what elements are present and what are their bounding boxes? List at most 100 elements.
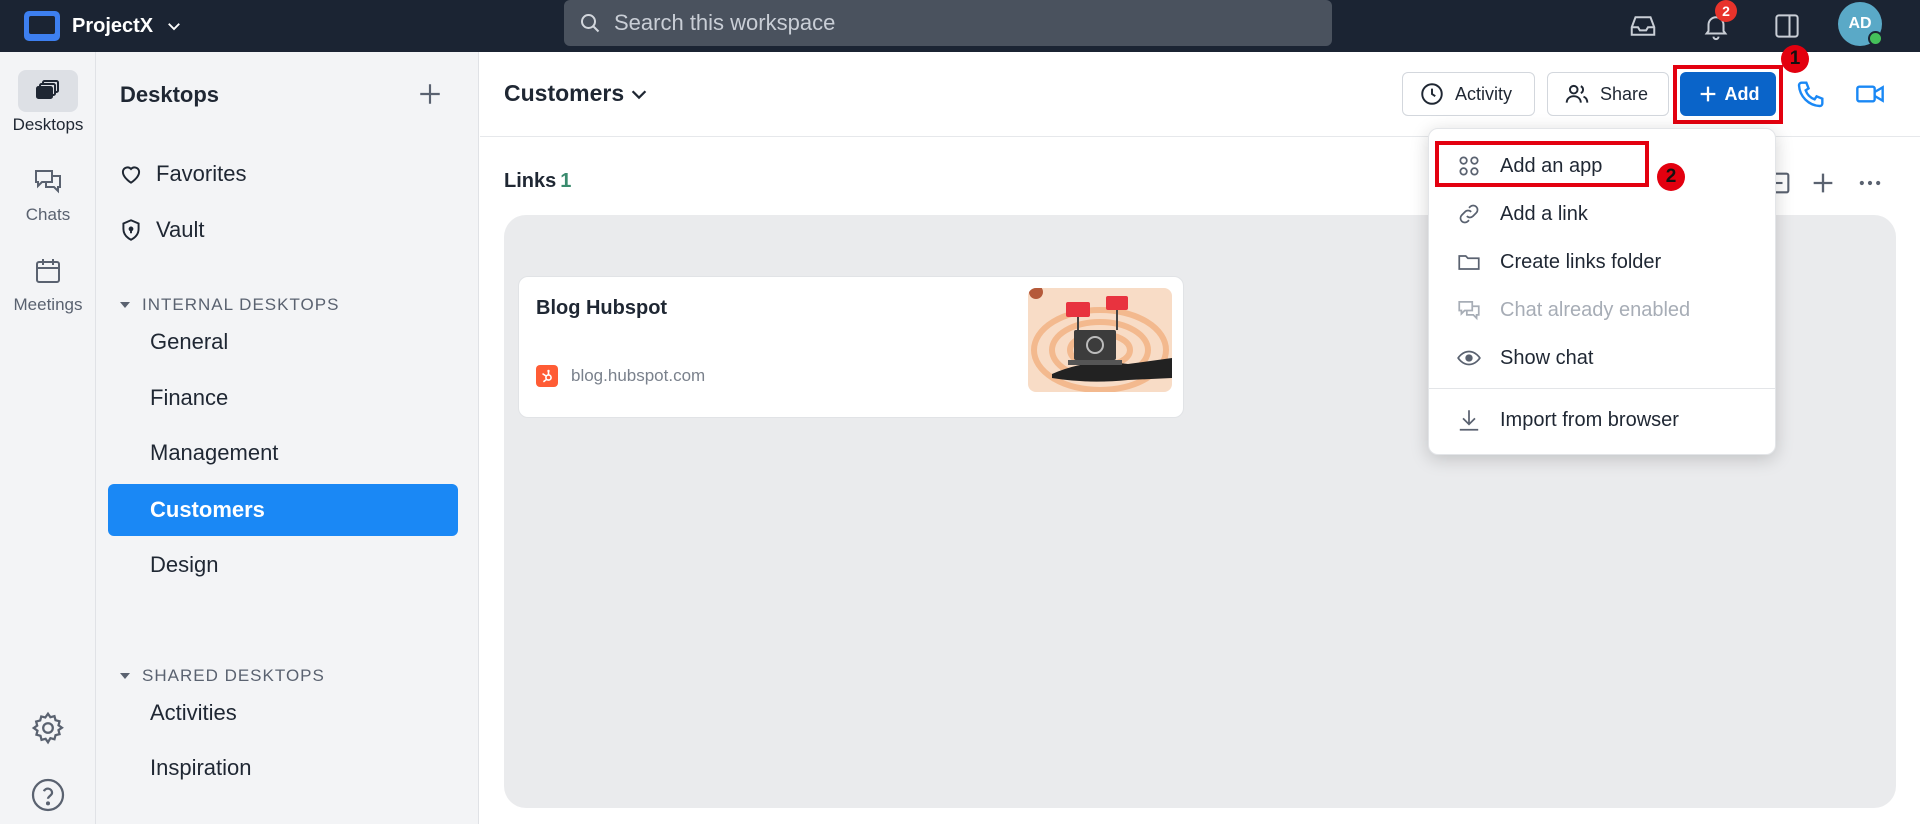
sidebar-item-activities[interactable]: Activities [108,687,458,739]
rail-icon-meetings [18,250,78,292]
settings-button[interactable] [26,706,70,750]
sidebar-item-label: Favorites [156,161,247,186]
plus-icon [420,84,440,104]
help-button[interactable] [26,773,70,817]
call-button[interactable] [1791,74,1831,114]
rail-item-meetings[interactable]: Meetings [0,250,96,315]
links-count: 1 [560,170,572,192]
menu-item-label: Add a link [1500,202,1588,225]
inbox-icon [1630,16,1656,36]
users-icon [1565,84,1589,103]
search-input[interactable] [614,10,1294,36]
rail-label-desktops: Desktops [12,115,84,134]
annotation-box-add [1673,65,1783,124]
menu-item-create-folder[interactable]: Create links folder [1429,241,1777,283]
thumbnail-illustration [1028,288,1172,392]
sidebar-item-customers[interactable]: Customers [108,484,458,536]
menu-item-show-chat[interactable]: Show chat [1429,337,1777,379]
user-avatar[interactable]: AD [1838,2,1883,46]
share-button[interactable]: Share [1547,72,1669,116]
shared-desktops-section[interactable]: SHARED DESKTOPS [118,666,325,686]
link-card[interactable]: Blog Hubspot blog.hubspot.com [518,276,1184,418]
inbox-button[interactable] [1625,8,1661,44]
help-icon [31,778,65,812]
link-icon [1459,204,1479,224]
chevron-down-icon [631,89,647,99]
app-logo [24,11,60,41]
app-name: ProjectX [72,14,154,37]
links-label: Links [504,170,557,192]
sidebar-item-label: Vault [156,217,205,242]
chat-icon [1458,301,1480,321]
avatar-initials: AD [1848,15,1872,32]
annotation-badge-1: 1 [1781,45,1809,73]
share-label: Share [1600,83,1649,104]
gear-icon [31,711,64,745]
hubspot-logo-icon [542,369,552,383]
sidebar-item-inspiration[interactable]: Inspiration [108,742,458,794]
calendar-icon [36,259,60,283]
chat-icon [35,170,61,194]
links-more-button[interactable] [1853,166,1887,200]
sidebar-item-general[interactable]: General [108,316,458,368]
plus-icon [1813,173,1833,193]
desktop-title-dropdown[interactable]: Customers [504,80,650,107]
add-desktop-button[interactable] [413,77,447,111]
desktops-icon [36,80,59,99]
annotation-badge-2: 2 [1657,163,1685,191]
desktops-sidebar: Desktops Favorites Vault INTERNAL DESKTO… [96,52,479,824]
rail-label-chats: Chats [25,205,71,224]
sidebar-item-vault[interactable]: Vault [118,211,205,249]
annotation-box-add-app [1435,141,1649,187]
folder-icon [1458,255,1480,270]
shield-icon [122,219,140,241]
activity-button[interactable]: Activity [1402,72,1535,116]
phone-icon [1797,81,1824,108]
caret-down-icon [120,673,130,679]
rail-item-chats[interactable]: Chats [0,160,96,225]
menu-divider [1429,388,1775,389]
workspace-switcher[interactable]: ProjectX [24,7,183,45]
video-call-button[interactable] [1850,74,1890,114]
sidebar-title: Desktops [120,82,220,107]
top-bar: ProjectX 2 AD [0,0,1920,52]
sidebar-item-management[interactable]: Management [108,427,458,479]
download-icon [1459,410,1479,431]
online-status-indicator [1868,31,1883,46]
rail-icon-chats [18,160,78,202]
sidebar-item-favorites[interactable]: Favorites [118,155,246,193]
add-link-button[interactable] [1806,166,1840,200]
rail-item-desktops[interactable]: Desktops [0,70,96,135]
toggle-panel-button[interactable] [1769,8,1805,44]
menu-item-label: Show chat [1500,346,1594,369]
hubspot-favicon [536,365,558,387]
eye-icon [1457,350,1481,366]
menu-item-add-link[interactable]: Add a link [1429,193,1777,235]
links-heading: Links 1 [504,170,571,193]
left-rail: Desktops Chats Meetings [0,52,96,824]
sidebar-item-design[interactable]: Design [108,539,458,591]
rail-label-meetings: Meetings [13,295,83,314]
link-card-thumbnail [1028,288,1172,392]
search-bar[interactable] [564,0,1332,46]
heart-icon [121,166,141,184]
notifications-button[interactable]: 2 [1698,0,1737,44]
activity-label: Activity [1455,83,1513,104]
link-card-title: Blog Hubspot [536,297,668,319]
chevron-down-icon [168,23,181,31]
sidebar-panel-icon [1775,14,1799,38]
page-title: Customers [504,80,625,106]
video-camera-icon [1856,85,1884,103]
menu-item-chat-enabled: Chat already enabled [1429,289,1777,331]
link-card-url: blog.hubspot.com [571,366,706,385]
sidebar-item-finance[interactable]: Finance [108,372,458,424]
section-label: SHARED DESKTOPS [142,666,325,685]
clock-icon [1421,83,1443,105]
menu-item-label: Create links folder [1500,250,1662,273]
notification-badge: 2 [1715,0,1737,22]
menu-item-import-browser[interactable]: Import from browser [1429,399,1777,441]
internal-desktops-section[interactable]: INTERNAL DESKTOPS [118,295,339,315]
caret-down-icon [120,302,130,308]
menu-item-label: Import from browser [1500,408,1679,431]
more-horizontal-icon [1859,180,1881,186]
